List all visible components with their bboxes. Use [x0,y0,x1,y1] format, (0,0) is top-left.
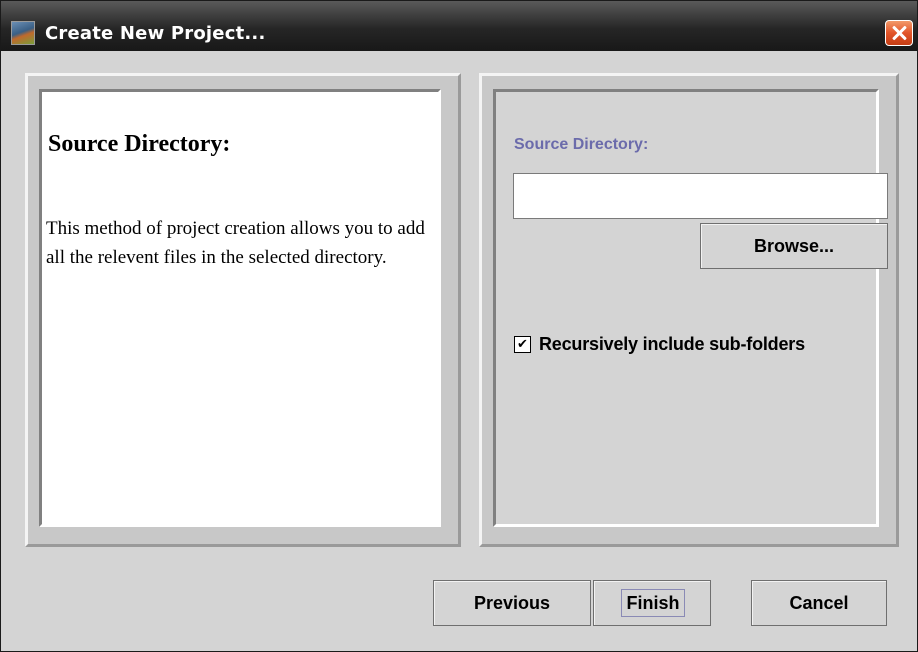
finish-button[interactable]: Finish [593,580,711,626]
source-directory-input[interactable] [513,173,888,219]
finish-button-label: Finish [621,589,685,617]
source-directory-label: Source Directory: [514,136,649,153]
description-panel: Source Directory: This method of project… [25,73,461,547]
cancel-button[interactable]: Cancel [751,580,887,626]
close-icon[interactable] [885,20,913,46]
description-text: This method of project creation allows y… [46,218,425,268]
recursive-checkbox[interactable]: ✔ [514,336,531,353]
create-project-dialog: Create New Project... Source Directory: … [0,0,918,652]
app-icon [11,21,35,45]
window-title: Create New Project... [45,23,266,44]
recursive-checkbox-label[interactable]: Recursively include sub-folders [539,334,805,355]
title-bar[interactable]: Create New Project... [1,1,917,51]
browse-button[interactable]: Browse... [700,223,888,269]
previous-button[interactable]: Previous [433,580,591,626]
description-area: Source Directory: This method of project… [39,89,441,527]
options-area: Source Directory: Browse... ✔ Recursivel… [493,89,888,527]
options-panel: Source Directory: Browse... ✔ Recursivel… [479,73,899,547]
description-heading: Source Directory: [48,131,231,157]
